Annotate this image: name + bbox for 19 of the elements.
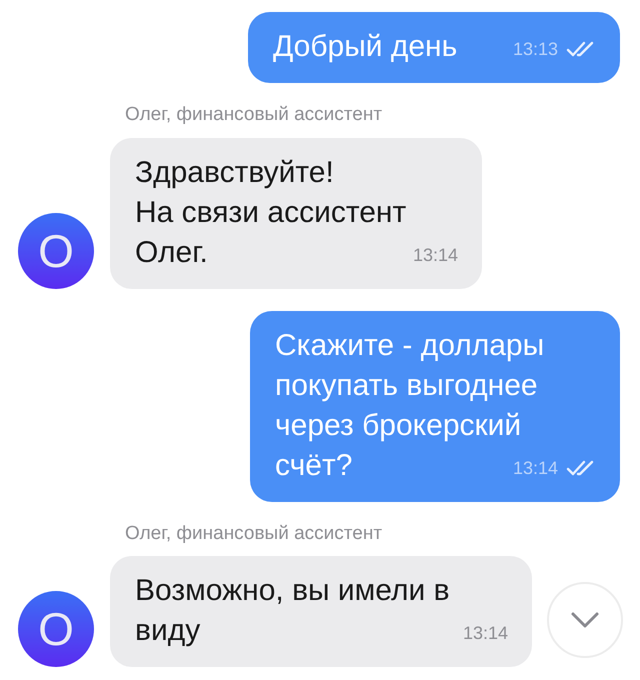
message-time: 13:14 bbox=[462, 622, 508, 645]
message-line: виду bbox=[135, 613, 200, 649]
message-line: Здравствуйте! bbox=[135, 154, 335, 190]
message-line: На связи ассистент bbox=[135, 194, 408, 230]
avatar: О bbox=[18, 212, 94, 288]
message-line: Добрый день bbox=[273, 29, 458, 65]
message-time: 13:13 bbox=[512, 38, 558, 61]
chevron-down-icon bbox=[570, 611, 600, 629]
sender-name: Олег, финансовый ассистент bbox=[124, 522, 384, 546]
message-line: счёт? bbox=[275, 448, 352, 484]
message-time: 13:14 bbox=[412, 244, 458, 266]
message-time: 13:14 bbox=[512, 456, 558, 480]
message-line: через брокерский bbox=[275, 408, 522, 444]
message-line: Скажите - доллары bbox=[275, 328, 546, 364]
message-line: Олег. bbox=[135, 234, 208, 270]
message-line: покупать выгоднее bbox=[275, 368, 539, 404]
sender-name: Олег, финансовый ассистент bbox=[124, 103, 384, 127]
avatar: О bbox=[18, 591, 94, 667]
message-line: Возможно, вы имели в bbox=[135, 573, 451, 609]
